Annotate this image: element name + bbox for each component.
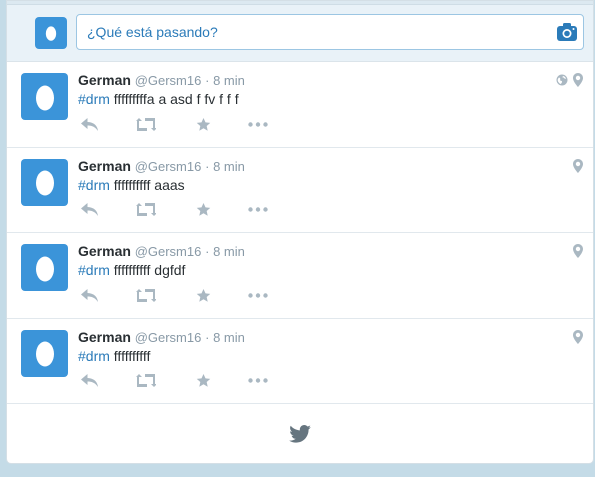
more-icon[interactable] (248, 202, 268, 218)
twitter-bird-icon[interactable] (289, 424, 311, 443)
tweet-fullname[interactable]: German (78, 72, 131, 88)
tweet-body: ffffffffff dgfdf (109, 262, 186, 278)
reply-icon[interactable] (79, 202, 99, 218)
avatar[interactable] (21, 244, 68, 291)
tweet-timestamp[interactable]: · 8 min (205, 244, 245, 259)
pin-icon[interactable] (573, 158, 583, 173)
tweet-timestamp[interactable]: · 8 min (205, 73, 245, 88)
tweet[interactable]: German @Gersm16 · 8 min #drm ffffffffff (7, 319, 593, 404)
tweet-actions (79, 202, 279, 222)
tweet-fullname[interactable]: German (78, 158, 131, 174)
retweet-icon[interactable] (136, 202, 156, 218)
hashtag-link[interactable]: #drm (78, 91, 110, 107)
avatar[interactable] (35, 17, 67, 49)
star-icon[interactable] (193, 373, 213, 389)
tweet-timestamp[interactable]: · 8 min (205, 159, 245, 174)
tweet-text: #drm ffffffffff (78, 348, 150, 364)
tweet-header: German @Gersm16 · 8 min (78, 329, 245, 345)
tweet[interactable]: German @Gersm16 · 8 min #drm fffffffffa … (7, 62, 593, 148)
retweet-icon[interactable] (136, 373, 156, 389)
tweet-header: German @Gersm16 · 8 min (78, 158, 245, 174)
camera-icon[interactable] (557, 23, 577, 41)
more-icon[interactable] (248, 373, 268, 389)
tweet-actions (79, 116, 279, 136)
tweet-fullname[interactable]: German (78, 243, 131, 259)
retweet-icon[interactable] (136, 116, 156, 132)
tweet[interactable]: German @Gersm16 · 8 min #drm ffffffffff … (7, 233, 593, 319)
star-icon[interactable] (193, 287, 213, 303)
tweet-fullname[interactable]: German (78, 329, 131, 345)
tweet-text: #drm fffffffffa a asd f fv f f f (78, 91, 239, 107)
reply-icon[interactable] (79, 373, 99, 389)
compose-placeholder: ¿Qué está pasando? (87, 24, 218, 40)
reply-icon[interactable] (79, 116, 99, 132)
hashtag-link[interactable]: #drm (78, 262, 110, 278)
top-strip (7, 1, 593, 5)
tweet-list: German @Gersm16 · 8 min #drm fffffffffa … (7, 62, 593, 404)
tweet-body: ffffffffff aaas (109, 176, 185, 193)
compose-box: ¿Qué está pasando? (7, 1, 593, 62)
more-icon[interactable] (248, 116, 268, 132)
tweet-username[interactable]: @Gersm16 (135, 244, 202, 259)
egg-icon (35, 85, 54, 110)
tweet-body: ffffffffff (109, 347, 151, 364)
more-icon[interactable] (248, 287, 268, 303)
timeline-panel: ¿Qué está pasando? German @Gersm16 · 8 m… (6, 0, 594, 464)
compose-input[interactable]: ¿Qué está pasando? (76, 14, 584, 50)
star-icon[interactable] (193, 116, 213, 132)
tweet-timestamp[interactable]: · 8 min (205, 330, 245, 345)
reply-icon[interactable] (79, 287, 99, 303)
egg-icon (35, 170, 54, 196)
retweet-icon[interactable] (136, 287, 156, 303)
egg-icon (45, 26, 57, 41)
tweet[interactable]: German @Gersm16 · 8 min #drm ffffffffff … (7, 148, 593, 233)
tweet-actions (79, 287, 279, 307)
tweet-header: German @Gersm16 · 8 min (78, 72, 245, 88)
tweet-header: German @Gersm16 · 8 min (78, 243, 245, 259)
tweet-username[interactable]: @Gersm16 (135, 73, 202, 88)
globe-icon[interactable] (556, 74, 568, 86)
avatar[interactable] (21, 158, 68, 206)
egg-icon (35, 341, 54, 367)
hashtag-link[interactable]: #drm (78, 348, 110, 364)
pin-icon[interactable] (573, 73, 583, 87)
star-icon[interactable] (193, 202, 213, 218)
timeline-footer (7, 404, 593, 463)
avatar[interactable] (21, 73, 68, 120)
tweet-actions (79, 373, 279, 393)
tweet-body: fffffffffa a asd f fv f f f (109, 91, 239, 107)
egg-icon (35, 256, 54, 281)
pin-icon[interactable] (573, 244, 583, 258)
hashtag-link[interactable]: #drm (78, 177, 110, 193)
avatar[interactable] (21, 329, 68, 377)
tweet-text: #drm ffffffffff dgfdf (78, 262, 185, 278)
tweet-username[interactable]: @Gersm16 (135, 330, 202, 345)
tweet-username[interactable]: @Gersm16 (135, 159, 202, 174)
pin-icon[interactable] (573, 329, 583, 344)
tweet-text: #drm ffffffffff aaas (78, 177, 185, 193)
